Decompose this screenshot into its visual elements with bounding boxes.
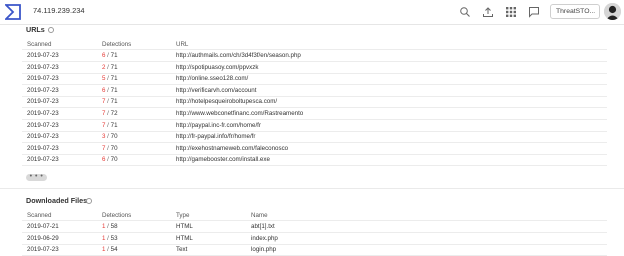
table-row-divider [22, 153, 607, 155]
files-header-scanned[interactable]: Scanned [27, 212, 51, 219]
files-header-name[interactable]: Name [251, 212, 268, 219]
scanned-date: 2019-07-23 [27, 75, 59, 83]
chat-icon[interactable] [528, 6, 540, 18]
table-row-divider [22, 165, 607, 167]
url-link[interactable]: http://exehostnameweb.com/faleconosco [176, 145, 288, 152]
url-link[interactable]: http://online.sseo128.com/ [176, 75, 248, 82]
urls-header-detections[interactable]: Detections [102, 41, 131, 48]
urls-header-divider [22, 49, 607, 50]
table-row-divider [22, 84, 607, 86]
detections-cell[interactable]: 7 / 71 [102, 122, 118, 129]
scanned-date: 2019-07-23 [27, 246, 59, 253]
table-row-divider [22, 243, 607, 245]
scanned-date: 2019-07-23 [27, 156, 59, 164]
search-icon[interactable] [459, 6, 471, 18]
url-link[interactable]: http://hotelpesqueiroboltupesca.com/ [176, 98, 277, 105]
detections-total: 71 [110, 98, 118, 106]
detections-total: 71 [110, 75, 118, 83]
scanned-date: 2019-07-23 [27, 98, 59, 106]
table-row-divider [22, 119, 607, 120]
scanned-date: 2019-07-23 [27, 133, 59, 141]
detections-total: 71 [110, 86, 118, 94]
scanned-date: 2019-07-23 [27, 144, 59, 152]
scanned-date: 2019-07-23 [27, 52, 59, 59]
detections-cell[interactable]: 7 / 71 [102, 98, 118, 105]
virustotal-logo-icon[interactable] [3, 4, 21, 20]
upload-icon[interactable] [482, 6, 494, 18]
section-divider [0, 188, 624, 189]
table-row-divider [22, 142, 607, 144]
scanned-date: 2019-07-23 [27, 86, 59, 94]
table-row-divider [22, 130, 607, 132]
search-input[interactable]: 74.119.239.234 [33, 6, 85, 15]
urls-header-scanned[interactable]: Scanned [27, 41, 51, 48]
files-header-divider [22, 220, 607, 221]
detections-total: 54 [110, 246, 118, 253]
apps-grid-icon[interactable] [505, 6, 517, 18]
scanned-date: 2019-07-23 [27, 63, 59, 71]
scanned-date: 2019-06-29 [27, 234, 59, 242]
table-row-divider [22, 95, 607, 97]
url-link[interactable]: http://fr-paypal.info/fr/home/fr [176, 133, 255, 140]
detections-cell[interactable]: 1 / 58 [102, 223, 118, 230]
url-link[interactable]: http://authmails.com/ch/3d4f3f/en/season… [176, 52, 301, 59]
detections-total: 72 [110, 110, 118, 117]
file-type: HTML [176, 234, 193, 242]
file-type: HTML [176, 223, 193, 230]
file-type: Text [176, 246, 188, 253]
detections-cell[interactable]: 1 / 53 [102, 235, 118, 242]
user-menu-label: ThreatSTO... [556, 8, 596, 15]
files-header-type[interactable]: Type [176, 212, 189, 219]
detections-cell[interactable]: 1 / 54 [102, 246, 118, 253]
detections-cell[interactable]: 2 / 71 [102, 64, 118, 71]
url-link[interactable]: http://verificarvh.com/account [176, 87, 256, 94]
file-name-link[interactable]: index.php [251, 235, 278, 242]
table-row-divider [22, 61, 607, 62]
url-link[interactable]: http://www.webconetfinanc.com/Rastreamen… [176, 110, 303, 117]
scanned-date: 2019-07-23 [27, 121, 59, 129]
detections-total: 70 [110, 133, 118, 141]
info-icon[interactable] [86, 198, 92, 204]
scanned-date: 2019-07-21 [27, 223, 59, 230]
files-section-title: Downloaded Files [26, 196, 88, 205]
detections-cell[interactable]: 6 / 71 [102, 52, 118, 59]
detections-total: 71 [110, 52, 118, 59]
top-bar: 74.119.239.234 ThreatSTO... [0, 0, 624, 25]
scanned-date: 2019-07-23 [27, 110, 59, 117]
url-link[interactable]: http://gamebooster.com/install.exe [176, 156, 270, 163]
file-name-link[interactable]: login.php [251, 246, 276, 253]
files-header-detections[interactable]: Detections [102, 212, 131, 219]
show-more-button[interactable]: • • • [26, 173, 47, 181]
urls-section-title: URLs [26, 25, 45, 34]
detections-total: 70 [110, 144, 118, 152]
detections-total: 71 [110, 63, 118, 71]
detections-cell[interactable]: 6 / 71 [102, 87, 118, 94]
detections-cell[interactable]: 6 / 70 [102, 156, 118, 163]
file-name-link[interactable]: abt[1].txt [251, 223, 275, 230]
detections-cell[interactable]: 3 / 70 [102, 133, 118, 140]
user-avatar-icon[interactable] [604, 3, 621, 20]
url-link[interactable]: http://spotipuasoy.com/ppvxzk [176, 64, 258, 71]
detections-cell[interactable]: 5 / 71 [102, 75, 118, 82]
url-link[interactable]: http://paypal.inc-fr.com/home/fr [176, 122, 261, 129]
user-menu-button[interactable]: ThreatSTO... [550, 4, 600, 19]
table-row-divider [22, 72, 607, 74]
info-icon[interactable] [48, 27, 54, 33]
detections-total: 58 [110, 223, 118, 230]
detections-total: 53 [110, 234, 118, 242]
table-row-divider [22, 107, 607, 109]
detections-total: 70 [110, 156, 118, 164]
detections-total: 71 [110, 121, 118, 129]
detections-cell[interactable]: 7 / 72 [102, 110, 118, 117]
urls-header-url[interactable]: URL [176, 41, 188, 48]
detections-cell[interactable]: 7 / 70 [102, 145, 118, 152]
table-row-divider [22, 232, 607, 233]
